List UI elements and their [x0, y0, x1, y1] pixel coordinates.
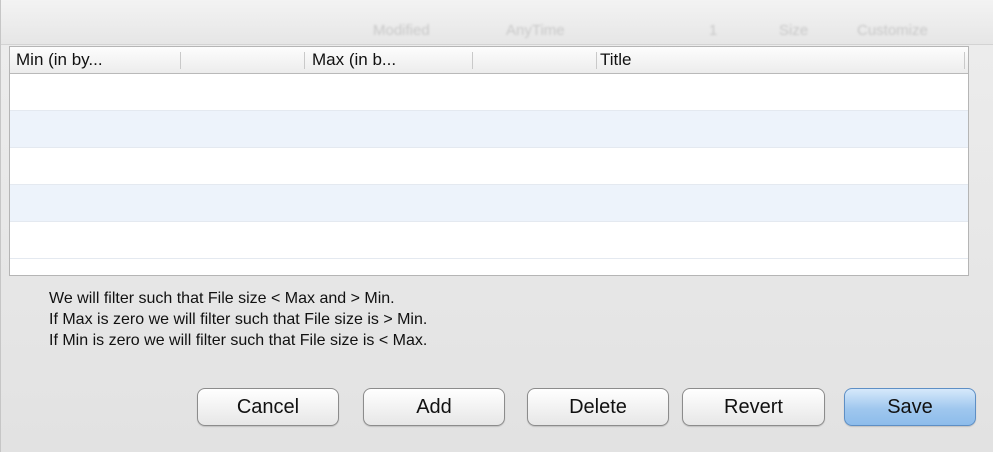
background-app-header: Modified AnyTime 1 Size Customize	[1, 0, 993, 45]
filter-sheet: Modified AnyTime 1 Size Customize Min (i…	[0, 0, 993, 452]
column-divider	[472, 52, 473, 69]
table-row[interactable]	[10, 148, 968, 185]
background-col-1: 1	[709, 22, 718, 39]
help-line-3: If Min is zero we will filter such that …	[49, 332, 428, 349]
save-button[interactable]: Save	[844, 388, 976, 426]
background-col-size: Size	[779, 22, 809, 39]
cancel-button[interactable]: Cancel	[197, 388, 339, 426]
help-line-1: We will filter such that File size < Max…	[49, 290, 395, 307]
background-col-modified: Modified	[373, 22, 430, 39]
column-divider	[180, 52, 181, 69]
column-divider[interactable]	[304, 52, 305, 69]
table-row[interactable]	[10, 74, 968, 111]
table-row[interactable]	[10, 111, 968, 148]
table-row[interactable]	[10, 222, 968, 259]
add-button[interactable]: Add	[363, 388, 505, 426]
column-header-title[interactable]: Title	[594, 47, 964, 73]
background-col-customize: Customize	[857, 22, 928, 39]
help-line-2: If Max is zero we will filter such that …	[49, 311, 428, 328]
delete-button[interactable]: Delete	[527, 388, 669, 426]
column-divider	[964, 52, 965, 69]
button-bar: Cancel Add Delete Revert Save	[1, 388, 993, 428]
column-header-min[interactable]: Min (in by...	[10, 47, 180, 73]
table-row[interactable]	[10, 185, 968, 222]
background-col-anytime: AnyTime	[506, 22, 565, 39]
size-filter-table[interactable]: Min (in by... Max (in b... Title	[9, 46, 969, 276]
table-header: Min (in by... Max (in b... Title	[10, 47, 968, 74]
filter-help-text: We will filter such that File size < Max…	[49, 288, 427, 351]
column-header-max[interactable]: Max (in b...	[306, 47, 472, 73]
revert-button[interactable]: Revert	[682, 388, 825, 426]
